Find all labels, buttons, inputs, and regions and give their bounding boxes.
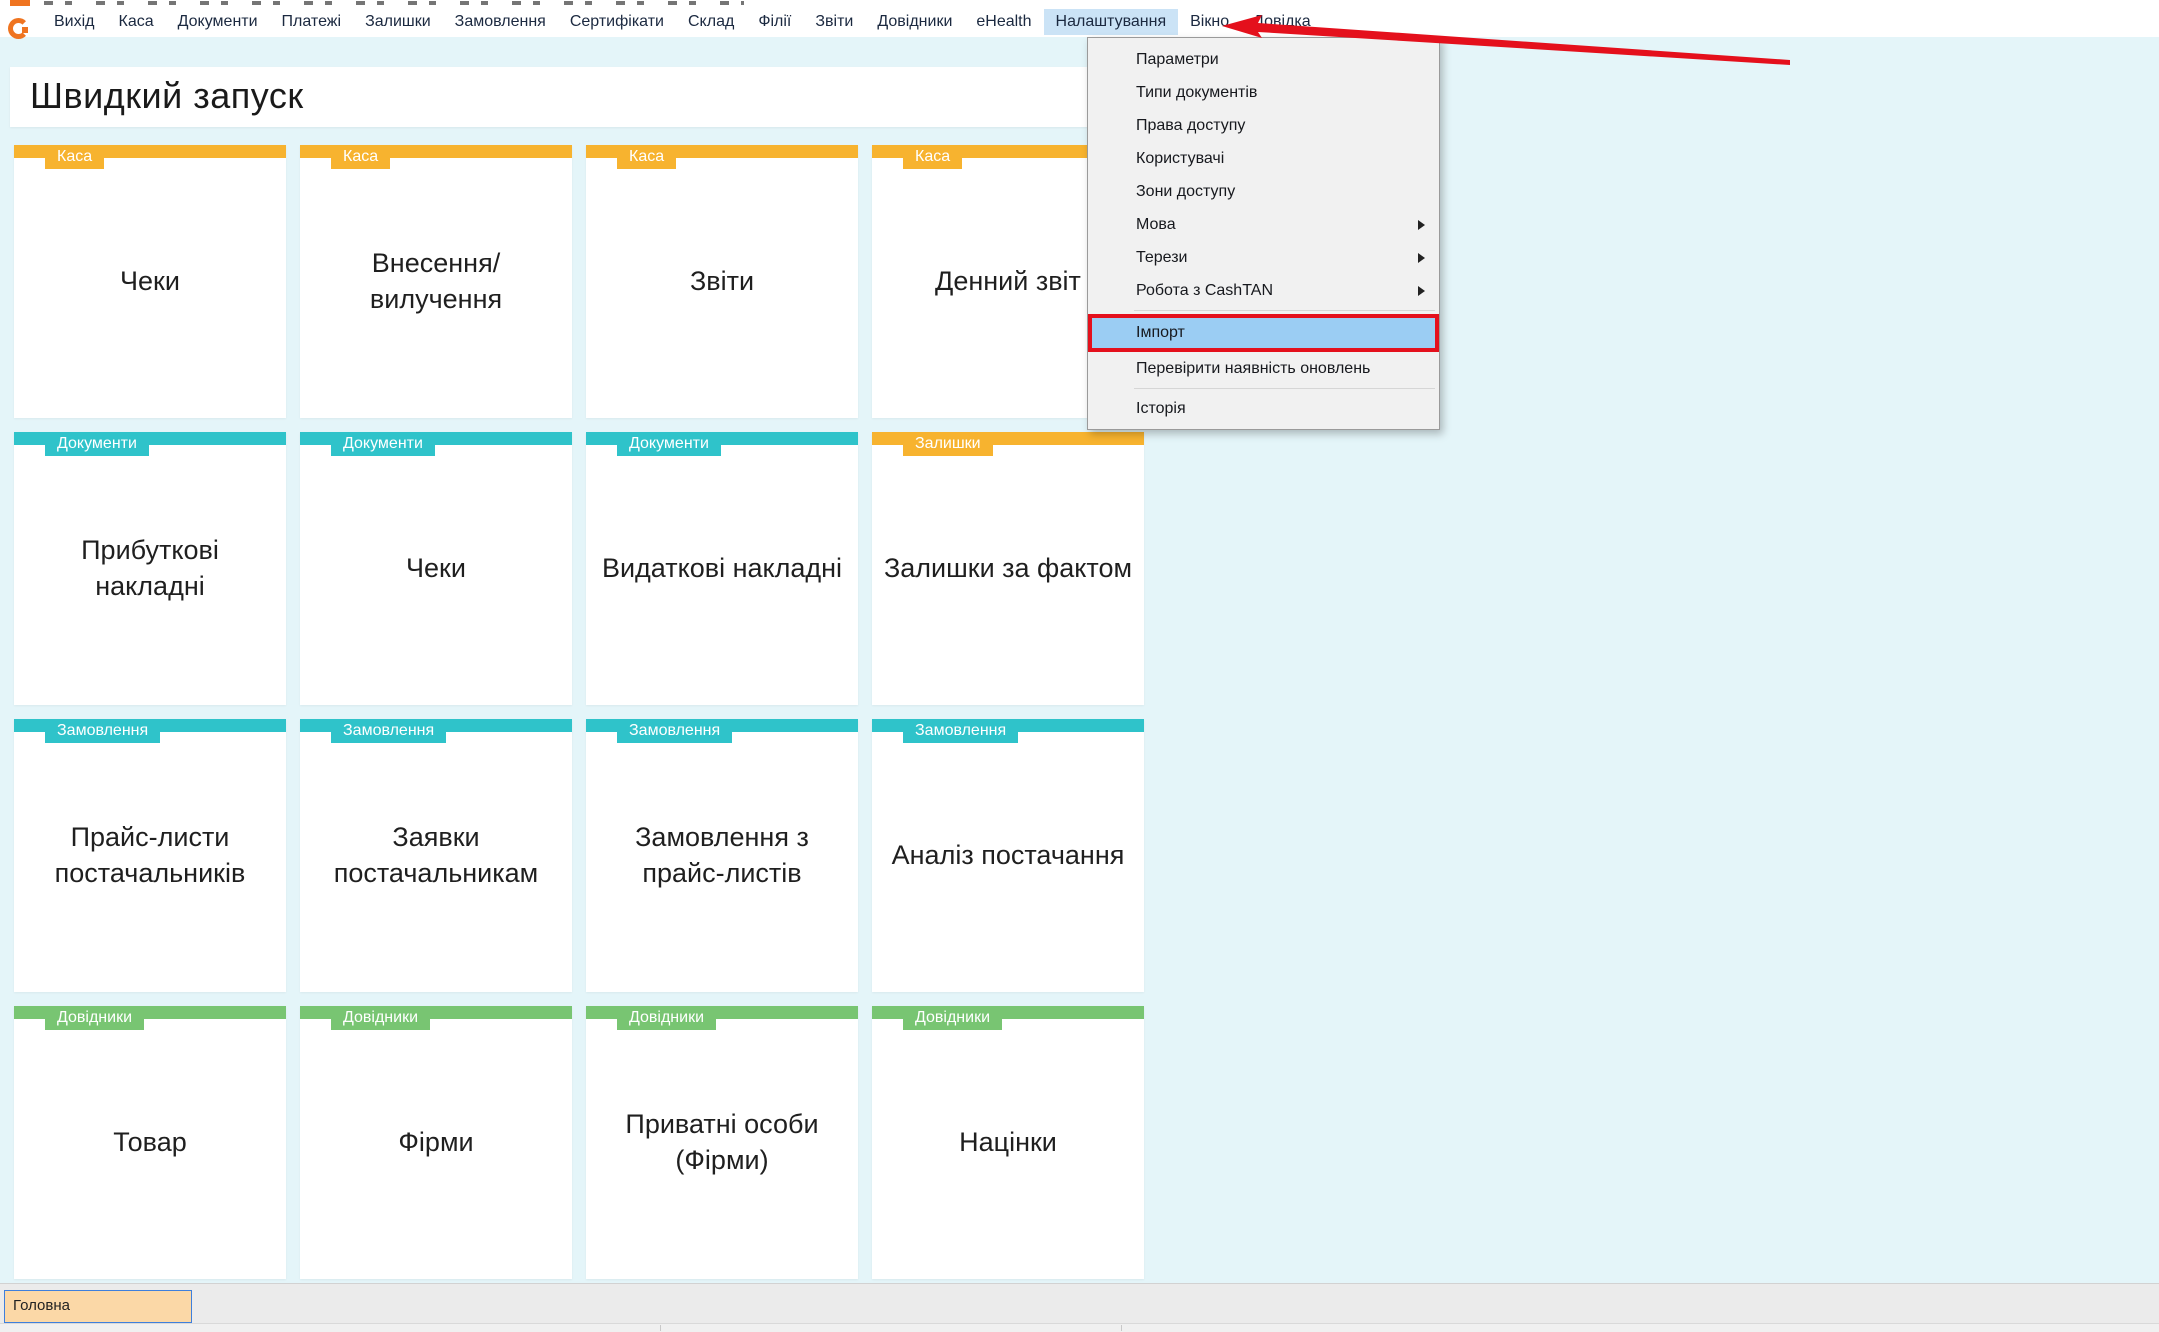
menubar-item-ehealth[interactable]: eHealth: [964, 9, 1043, 35]
menu-item-perevirty-onovlennya[interactable]: Перевірити наявність оновлень: [1088, 352, 1439, 385]
menu-bar: Вихід Каса Документи Платежі Залишки Зам…: [0, 7, 2159, 37]
status-strip: [0, 1323, 2159, 1332]
status-separator: [1121, 1325, 1122, 1331]
tile-zamovlennya-price-lysty-postachalnykiv[interactable]: Замовлення Прайс-листи постачальників: [14, 719, 286, 992]
menu-item-korystuvachi[interactable]: Користувачі: [1088, 142, 1439, 175]
page-header-band: Швидкий запуск: [10, 67, 1148, 127]
tile-label: Замовлення з прайс-листів: [586, 719, 858, 992]
menubar-item-zvity[interactable]: Звіти: [803, 9, 865, 35]
status-separator: [660, 1325, 661, 1331]
menubar-item-dovidnyky[interactable]: Довідники: [865, 9, 964, 35]
tile-zamovlennya-analiz-postachannya[interactable]: Замовлення Аналіз постачання: [872, 719, 1144, 992]
tile-label: Націнки: [872, 1006, 1144, 1279]
window-titlebar-clipped: [0, 0, 2159, 7]
tile-label: Приватні особи (Фірми): [586, 1006, 858, 1279]
tile-label: Внесення/вилучення: [300, 145, 572, 418]
tile-label: Аналіз постачання: [872, 719, 1144, 992]
window-title-text-clipped: [44, 1, 744, 5]
tile-label: Прайс-листи постачальників: [14, 719, 286, 992]
tile-label: Звіти: [586, 145, 858, 418]
tile-zamovlennya-zayavky-postachalnykam[interactable]: Замовлення Заявки постачальникам: [300, 719, 572, 992]
menubar-item-vikno[interactable]: Вікно: [1178, 9, 1241, 35]
tile-label: Фірми: [300, 1006, 572, 1279]
tile-kasa-zvity[interactable]: Каса Звіти: [586, 145, 858, 418]
tile-label: Залишки за фактом: [872, 432, 1144, 705]
menu-item-label: Робота з CashTAN: [1136, 282, 1273, 300]
tile-dovidnyky-tovar[interactable]: Довідники Товар: [14, 1006, 286, 1279]
menu-item-robota-z-cashtan[interactable]: Робота з CashTAN: [1088, 274, 1439, 307]
tile-dovidnyky-pryvatni-osoby[interactable]: Довідники Приватні особи (Фірми): [586, 1006, 858, 1279]
menu-item-label: Терези: [1136, 249, 1188, 267]
footer-bar: Головна: [0, 1283, 2159, 1330]
menu-item-parametry[interactable]: Параметри: [1088, 43, 1439, 76]
menubar-item-sklad[interactable]: Склад: [676, 9, 746, 35]
menubar-item-platezhi[interactable]: Платежі: [270, 9, 354, 35]
menubar-item-zamovlennya[interactable]: Замовлення: [443, 9, 558, 35]
page-title: Швидкий запуск: [10, 67, 1148, 117]
tile-label: Товар: [14, 1006, 286, 1279]
menu-item-mova[interactable]: Мова: [1088, 208, 1439, 241]
tile-label: Чеки: [14, 145, 286, 418]
menubar-item-dovidka[interactable]: Довідка: [1241, 9, 1323, 35]
tile-dovidnyky-natsinky[interactable]: Довідники Націнки: [872, 1006, 1144, 1279]
tile-label: Прибуткові накладні: [14, 432, 286, 705]
tab-holovna[interactable]: Головна: [4, 1290, 192, 1323]
submenu-arrow-icon: [1418, 286, 1425, 296]
menu-item-import[interactable]: Імпорт: [1088, 314, 1439, 352]
menu-item-zony-dostupu[interactable]: Зони доступу: [1088, 175, 1439, 208]
tile-dokumenty-prybutkovi-nakladni[interactable]: Документи Прибуткові накладні: [14, 432, 286, 705]
tile-dovidnyky-firmy[interactable]: Довідники Фірми: [300, 1006, 572, 1279]
menubar-item-nalashtuvannya[interactable]: Налаштування: [1044, 9, 1179, 35]
tile-dokumenty-cheky[interactable]: Документи Чеки: [300, 432, 572, 705]
submenu-arrow-icon: [1418, 220, 1425, 230]
menu-separator: [1134, 310, 1435, 311]
menu-item-label: Мова: [1136, 216, 1176, 234]
app-icon-fragment: [10, 0, 30, 6]
menubar-item-sertyfikaty[interactable]: Сертифікати: [558, 9, 676, 35]
menubar-item-filii[interactable]: Філії: [746, 9, 803, 35]
menubar-item-zalyshky[interactable]: Залишки: [353, 9, 443, 35]
menubar-item-vykhid[interactable]: Вихід: [42, 9, 107, 35]
main-content: Швидкий запуск Каса Чеки Каса Внесення/в…: [0, 37, 2159, 1283]
menubar-item-dokumenty[interactable]: Документи: [166, 9, 270, 35]
menu-item-typy-dokumentiv[interactable]: Типи документів: [1088, 76, 1439, 109]
tile-kasa-cheky[interactable]: Каса Чеки: [14, 145, 286, 418]
tile-zamovlennya-z-price-lystiv[interactable]: Замовлення Замовлення з прайс-листів: [586, 719, 858, 992]
submenu-arrow-icon: [1418, 253, 1425, 263]
app-logo-icon: [8, 18, 29, 39]
settings-dropdown-menu: Параметри Типи документів Права доступу …: [1087, 37, 1440, 430]
menu-separator: [1134, 388, 1435, 389]
tile-label: Заявки постачальникам: [300, 719, 572, 992]
menubar-item-kasa[interactable]: Каса: [107, 9, 166, 35]
menu-item-prava-dostupu[interactable]: Права доступу: [1088, 109, 1439, 142]
quick-launch-grid: Каса Чеки Каса Внесення/вилучення Каса З…: [14, 145, 1144, 1279]
tile-dokumenty-vydatkovi-nakladni[interactable]: Документи Видаткові накладні: [586, 432, 858, 705]
menu-item-istoriya[interactable]: Історія: [1088, 392, 1439, 425]
tile-zalyshky-za-faktom[interactable]: Залишки Залишки за фактом: [872, 432, 1144, 705]
tile-kasa-vnesennya-vyluchennya[interactable]: Каса Внесення/вилучення: [300, 145, 572, 418]
tile-label: Видаткові накладні: [586, 432, 858, 705]
tile-label: Чеки: [300, 432, 572, 705]
menu-item-terezy[interactable]: Терези: [1088, 241, 1439, 274]
